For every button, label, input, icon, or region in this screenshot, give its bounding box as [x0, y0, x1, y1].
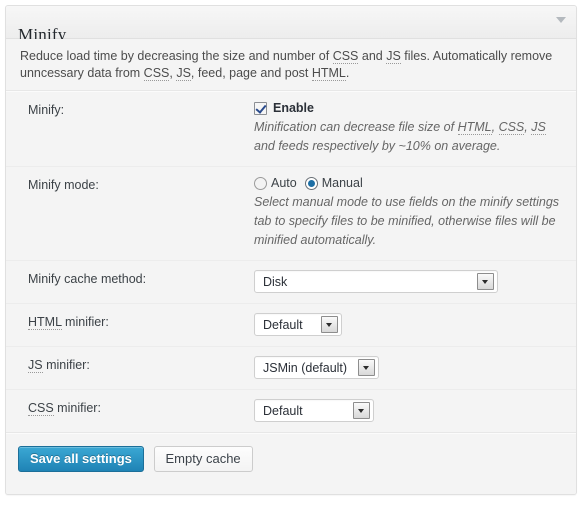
radio-manual[interactable]	[304, 176, 318, 190]
label-css-minifier: CSS minifier:	[6, 389, 254, 432]
js-minifier-value: JSMin (default)	[263, 360, 348, 375]
css-minifier-value: Default	[263, 403, 303, 418]
panel-header[interactable]: Minify	[6, 6, 576, 44]
intro-text-2: and	[358, 49, 387, 63]
form-actions: Save all settings Empty cache	[6, 434, 576, 472]
abbr-css-2: CSS	[143, 66, 170, 81]
abbr-css-desc: CSS	[498, 120, 525, 135]
abbr-html-label: HTML	[28, 315, 62, 330]
radio-manual-label[interactable]: Manual	[322, 176, 363, 190]
field-html-minifier: Default	[254, 303, 576, 347]
field-cache-method: Disk	[254, 260, 576, 304]
chevron-down-icon[interactable]	[477, 273, 494, 290]
panel-description: Reduce load time by decreasing the size …	[6, 39, 576, 90]
abbr-css-label: CSS	[28, 401, 54, 416]
panel-body: Reduce load time by decreasing the size …	[6, 39, 576, 494]
abbr-js: JS	[386, 49, 401, 64]
minify-cache-method-select[interactable]: Disk	[254, 270, 498, 293]
save-all-settings-button[interactable]: Save all settings	[18, 446, 144, 472]
minify-desc-1: Minification can decrease file size of	[254, 120, 458, 134]
abbr-js-desc: JS	[531, 120, 546, 135]
table-row-minify: Minify: Enable Minification can decrease…	[6, 92, 576, 167]
js-minifier-select[interactable]: JSMin (default)	[254, 356, 379, 379]
abbr-html-desc: HTML	[457, 120, 492, 135]
table-row-css-minifier: CSS minifier: Default	[6, 389, 576, 432]
radio-auto-label[interactable]: Auto	[271, 176, 297, 190]
minify-settings-panel: Minify Reduce load time by decreasing th…	[5, 5, 577, 495]
radio-auto[interactable]	[254, 176, 267, 190]
minify-desc-4: and feeds respectively by ~10% on averag…	[254, 139, 501, 153]
table-row-html-minifier: HTML minifier: Default	[6, 303, 576, 347]
minify-enable-checkbox[interactable]	[254, 101, 267, 115]
chevron-down-icon[interactable]	[556, 17, 566, 23]
chevron-down-icon[interactable]	[353, 402, 370, 419]
table-row-minify-mode: Minify mode: Auto Manual Select manual m…	[6, 166, 576, 261]
minify-mode-option-manual[interactable]: Manual	[304, 176, 363, 190]
minify-cache-method-value: Disk	[263, 274, 288, 289]
label-cache-method: Minify cache method:	[6, 260, 254, 304]
field-css-minifier: Default	[254, 389, 576, 432]
settings-form-table: Minify: Enable Minification can decrease…	[6, 92, 576, 432]
abbr-js-2: JS	[176, 66, 191, 81]
label-js-minifier: JS minifier:	[6, 346, 254, 390]
intro-text-1: Reduce load time by decreasing the size …	[20, 49, 333, 63]
label-css-minifier-rest: minifier:	[53, 401, 101, 415]
field-minify: Enable Minification can decrease file si…	[254, 92, 576, 167]
minify-mode-option-auto[interactable]: Auto	[254, 176, 297, 190]
html-minifier-select[interactable]: Default	[254, 313, 342, 336]
label-minify: Minify:	[28, 103, 65, 117]
minify-enable-label[interactable]: Enable	[273, 101, 314, 115]
minify-desc-2: ,	[491, 120, 499, 134]
field-minify-mode: Auto Manual Select manual mode to use fi…	[254, 166, 576, 261]
field-js-minifier: JSMin (default)	[254, 346, 576, 390]
abbr-js-label: JS	[28, 358, 43, 373]
chevron-down-icon[interactable]	[321, 316, 338, 333]
intro-text-6: .	[345, 66, 350, 80]
label-html-minifier-rest: minifier:	[61, 315, 109, 329]
table-row-cache-method: Minify cache method: Disk	[6, 260, 576, 304]
empty-cache-button[interactable]: Empty cache	[153, 446, 253, 472]
chevron-down-icon[interactable]	[358, 359, 375, 376]
minify-enable-control[interactable]: Enable	[254, 101, 566, 115]
abbr-html: HTML	[311, 66, 346, 81]
intro-text-5: , feed, page and post	[190, 66, 312, 80]
abbr-css: CSS	[332, 49, 359, 64]
label-html-minifier: HTML minifier:	[6, 303, 254, 347]
html-minifier-value: Default	[263, 317, 303, 332]
label-minify-mode: Minify mode:	[6, 166, 254, 261]
css-minifier-select[interactable]: Default	[254, 399, 374, 422]
minify-mode-description: Select manual mode to use fields on the …	[254, 195, 560, 247]
label-js-minifier-rest: minifier:	[42, 358, 90, 372]
minify-description: Minification can decrease file size of H…	[254, 118, 564, 156]
table-row-js-minifier: JS minifier: JSMin (default)	[6, 346, 576, 390]
minify-mode-radio-group: Auto Manual	[254, 176, 566, 190]
